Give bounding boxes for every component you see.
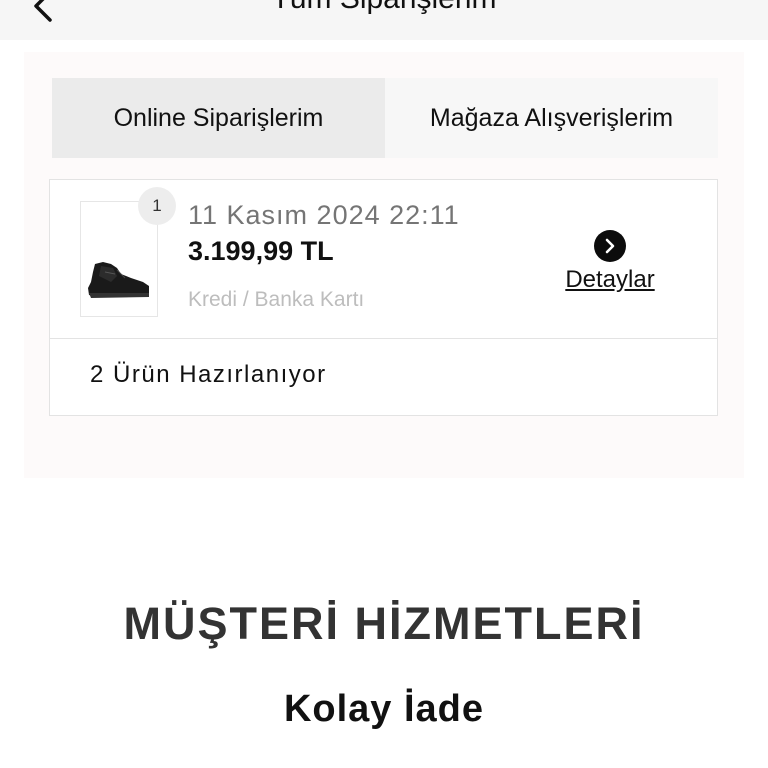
customer-service-heading: MÜŞTERİ HİZMETLERİ: [123, 598, 645, 649]
tab-store-purchases[interactable]: Mağaza Alışverişlerim: [385, 78, 718, 158]
quantity-badge: 1: [138, 187, 176, 225]
tab-online-orders[interactable]: Online Siparişlerim: [52, 78, 385, 158]
order-date: 11 Kasım 2024 22:11: [188, 200, 460, 230]
order-tabs: Online Siparişlerim Mağaza Alışverişleri…: [52, 78, 718, 158]
chevron-right-icon[interactable]: [594, 230, 626, 262]
order-status: 2 Ürün Hazırlanıyor: [90, 361, 327, 388]
order-total: 3.199,99 TL: [188, 236, 334, 266]
order-card[interactable]: 1 11 Kasım 2024 22:11 3.199,99 TL Kredi …: [49, 179, 718, 416]
page-title: Tüm Siparişlerim: [0, 0, 768, 16]
order-summary: 1 11 Kasım 2024 22:11 3.199,99 TL Kredi …: [50, 180, 717, 339]
details-button[interactable]: Detaylar: [550, 230, 670, 300]
details-link[interactable]: Detaylar: [550, 266, 670, 294]
top-bar: Tüm Siparişlerim: [0, 0, 768, 40]
payment-method: Kredi / Banka Kartı: [188, 288, 365, 311]
easy-return-link[interactable]: Kolay İade: [0, 688, 768, 731]
